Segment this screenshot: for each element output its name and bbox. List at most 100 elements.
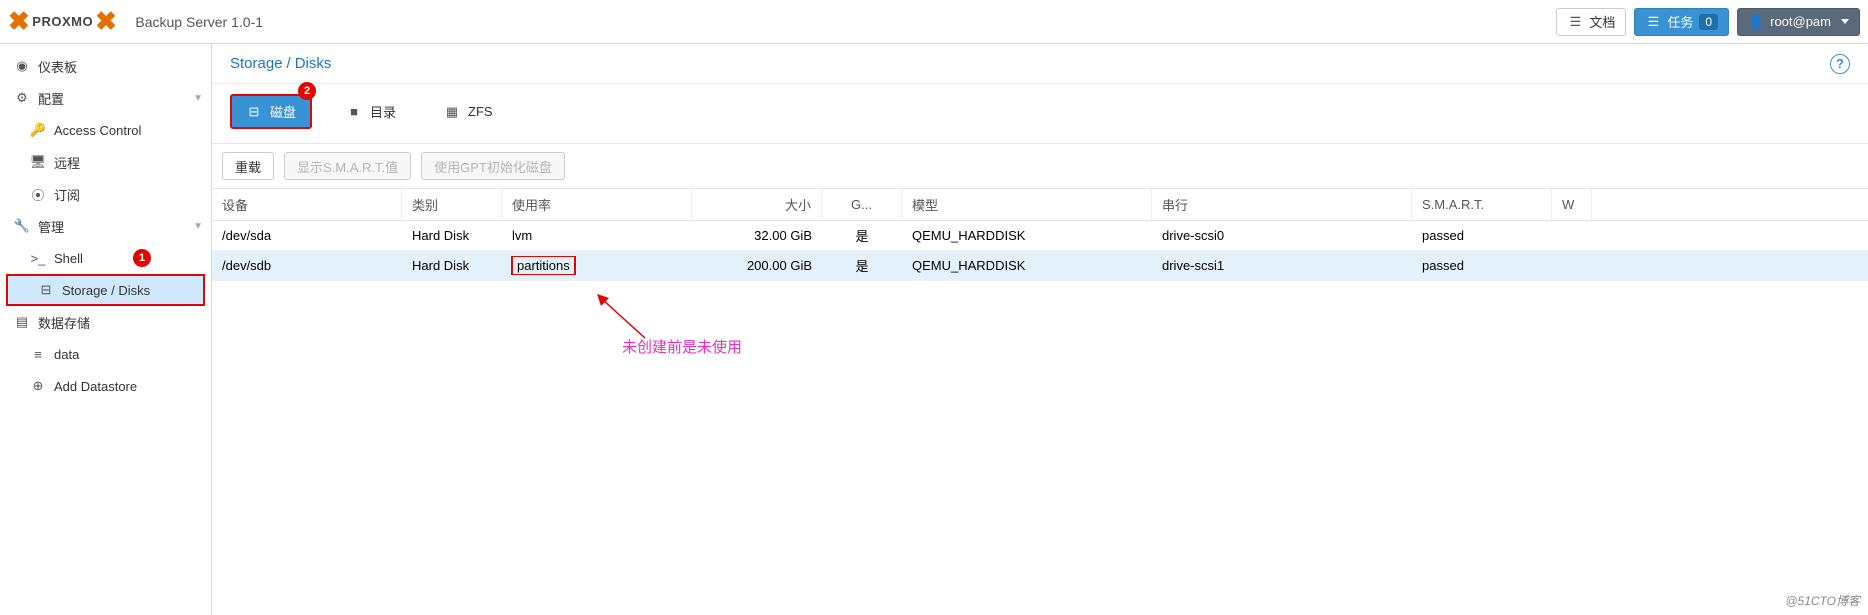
logo-brand: PROXMO	[32, 14, 93, 29]
chevron-down-icon	[1841, 19, 1849, 24]
user-menu-button[interactable]: 👤 root@pam	[1737, 8, 1860, 36]
table-header: 设备 类别 使用率 大小 G... 模型 串行 S.M.A.R.T. W	[212, 189, 1868, 221]
sidebar-item-label: 订阅	[54, 185, 80, 204]
highlighted-cell: partitions	[511, 256, 576, 275]
wrench-icon: 🔧	[14, 218, 30, 234]
plus-circle-icon: ⊕	[30, 378, 46, 394]
tab-zfs[interactable]: ▦ ZFS	[430, 98, 507, 126]
cell-size: 32.00 GiB	[692, 228, 822, 243]
cell-device: /dev/sda	[212, 228, 402, 243]
database-icon: ≡	[30, 347, 46, 362]
cell-usage: lvm	[502, 228, 692, 243]
annotation-text: 未创建前是未使用	[622, 336, 742, 357]
user-icon: 👤	[1748, 14, 1764, 30]
init-gpt-button[interactable]: 使用GPT初始化磁盘	[421, 152, 565, 180]
table-row[interactable]: /dev/sda Hard Disk lvm 32.00 GiB 是 QEMU_…	[212, 221, 1868, 251]
sidebar-item-storage-disks[interactable]: ⊟ Storage / Disks	[6, 274, 205, 306]
breadcrumb: Storage / Disks ?	[212, 44, 1868, 84]
toolbar: 重载 显示S.M.A.R.T.值 使用GPT初始化磁盘	[212, 144, 1868, 189]
cell-type: Hard Disk	[402, 258, 502, 273]
breadcrumb-sep: /	[287, 55, 291, 72]
sidebar-item-label: Storage / Disks	[62, 283, 150, 298]
cell-serial: drive-scsi1	[1152, 258, 1412, 273]
reload-button[interactable]: 重载	[222, 152, 274, 180]
sidebar-item-label: 数据存储	[38, 313, 90, 332]
show-smart-button[interactable]: 显示S.M.A.R.T.值	[284, 152, 411, 180]
tab-label: 磁盘	[270, 102, 296, 121]
cell-gpt: 是	[822, 256, 902, 275]
sidebar-item-access-control[interactable]: 🔑 Access Control	[0, 114, 211, 146]
sidebar-item-dashboard[interactable]: ◉ 仪表板	[0, 50, 211, 82]
sidebar-item-remote[interactable]: 🖥 远程	[0, 146, 211, 178]
tasks-button[interactable]: ☰ 任务 0	[1634, 8, 1729, 36]
sidebar-item-label: 仪表板	[38, 57, 77, 76]
support-icon: ⦿	[30, 185, 46, 204]
cell-usage: partitions	[502, 256, 692, 275]
sidebar-item-label: Access Control	[54, 123, 141, 138]
sidebar-item-label: 配置	[38, 89, 64, 108]
breadcrumb-storage[interactable]: Storage	[230, 55, 283, 72]
tab-disks[interactable]: ⊟ 磁盘 2	[230, 94, 312, 129]
table-row[interactable]: /dev/sdb Hard Disk partitions 200.00 GiB…	[212, 251, 1868, 281]
col-smart[interactable]: S.M.A.R.T.	[1412, 189, 1552, 220]
user-label: root@pam	[1770, 14, 1831, 29]
col-gpt[interactable]: G...	[822, 189, 902, 220]
sidebar-item-label: Add Datastore	[54, 379, 137, 394]
sidebar-item-datastores[interactable]: ▤ 数据存储	[0, 306, 211, 338]
dashboard-icon: ◉	[14, 58, 30, 74]
hdd-icon: ⊟	[246, 104, 262, 120]
expand-icon: ▼	[193, 93, 203, 104]
sidebar-item-label: data	[54, 347, 79, 362]
cell-gpt: 是	[822, 226, 902, 245]
sidebar-item-data[interactable]: ≡ data	[0, 338, 211, 370]
logo-x-left-icon: ✖	[8, 6, 30, 37]
docs-button[interactable]: ☰ 文档	[1556, 8, 1626, 36]
col-size[interactable]: 大小	[692, 189, 822, 220]
cell-serial: drive-scsi0	[1152, 228, 1412, 243]
tasks-label: 任务	[1667, 12, 1693, 31]
cell-model: QEMU_HARDDISK	[902, 228, 1152, 243]
help-icon[interactable]: ?	[1830, 54, 1850, 74]
list-icon: ☰	[1645, 14, 1661, 30]
folder-icon: ■	[346, 104, 362, 119]
app-subtitle: Backup Server 1.0-1	[135, 14, 263, 30]
main-panel: Storage / Disks ? ⊟ 磁盘 2 ■ 目录 ▦ ZFS 重载 显…	[212, 44, 1868, 615]
breadcrumb-disks[interactable]: Disks	[295, 55, 332, 72]
col-type[interactable]: 类别	[402, 189, 502, 220]
logo-x-right-icon: ✖	[95, 6, 117, 37]
cell-model: QEMU_HARDDISK	[902, 258, 1152, 273]
col-model[interactable]: 模型	[902, 189, 1152, 220]
grid-icon: ▦	[444, 104, 460, 120]
sidebar-item-config[interactable]: ⚙ 配置 ▼	[0, 82, 211, 114]
key-icon: 🔑	[30, 122, 46, 138]
sidebar-item-subscription[interactable]: ⦿ 订阅	[0, 178, 211, 210]
terminal-icon: >_	[30, 251, 46, 266]
tabs-bar: ⊟ 磁盘 2 ■ 目录 ▦ ZFS	[212, 84, 1868, 144]
sidebar-item-shell[interactable]: >_ Shell 1	[0, 242, 211, 274]
sidebar-item-admin[interactable]: 🔧 管理 ▼	[0, 210, 211, 242]
book-icon: ☰	[1567, 14, 1583, 30]
sidebar-item-label: Shell	[54, 251, 83, 266]
col-usage[interactable]: 使用率	[502, 189, 692, 220]
server-icon: 🖥	[30, 154, 46, 170]
expand-icon: ▼	[193, 221, 203, 232]
col-device[interactable]: 设备	[212, 189, 402, 220]
sidebar-item-add-datastore[interactable]: ⊕ Add Datastore	[0, 370, 211, 402]
annotation-badge-1: 1	[133, 249, 151, 267]
sidebar: ◉ 仪表板 ⚙ 配置 ▼ 🔑 Access Control 🖥 远程 ⦿ 订阅 …	[0, 44, 212, 615]
annotation-arrow-icon	[597, 294, 647, 340]
docs-label: 文档	[1589, 12, 1615, 31]
gears-icon: ⚙	[14, 90, 30, 106]
cell-device: /dev/sdb	[212, 258, 402, 273]
cell-size: 200.00 GiB	[692, 258, 822, 273]
cell-type: Hard Disk	[402, 228, 502, 243]
logo: ✖ PROXMO ✖	[8, 6, 117, 37]
col-wear[interactable]: W	[1552, 189, 1592, 220]
cell-smart: passed	[1412, 228, 1552, 243]
tab-directory[interactable]: ■ 目录	[332, 96, 410, 127]
sidebar-item-label: 管理	[38, 217, 64, 236]
annotation-badge-2: 2	[298, 82, 316, 100]
watermark: @51CTO博客	[1785, 592, 1860, 609]
tab-label: ZFS	[468, 104, 493, 119]
col-serial[interactable]: 串行	[1152, 189, 1412, 220]
